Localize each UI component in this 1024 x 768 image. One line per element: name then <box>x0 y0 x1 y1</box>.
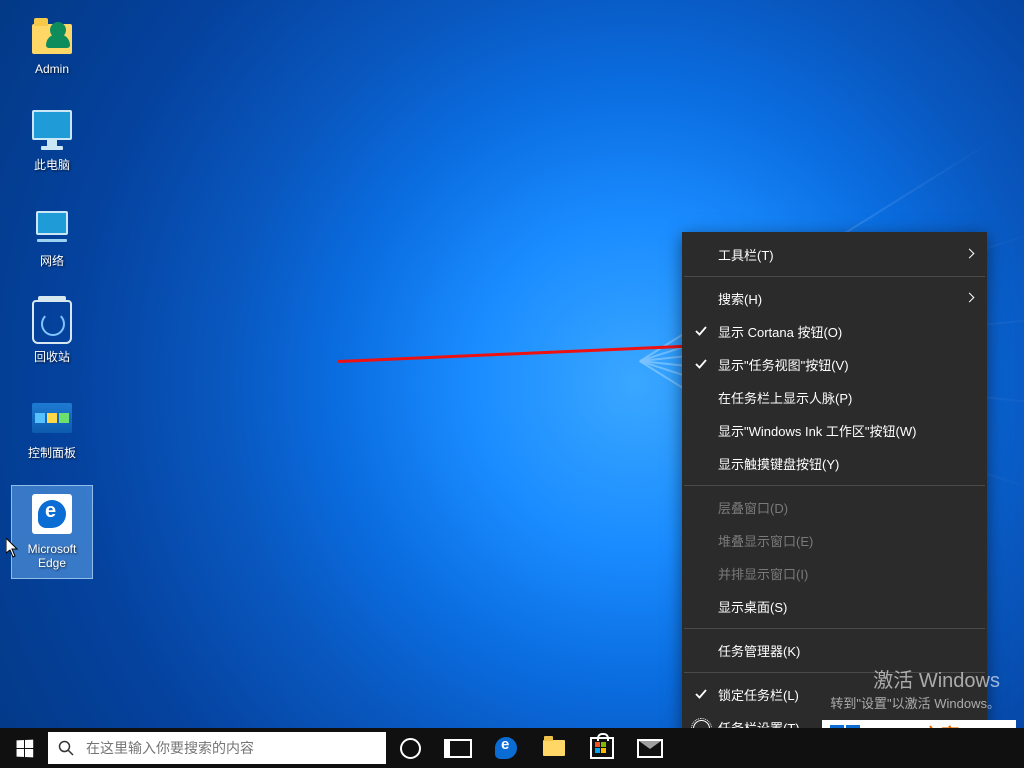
menu-item: 层叠窗口(D) <box>682 491 987 524</box>
desktop-icon-network[interactable]: 网络 <box>12 198 92 290</box>
menu-item-label: 显示桌面(S) <box>718 597 787 616</box>
edge-icon <box>32 494 72 534</box>
menu-item-label: 显示"Windows Ink 工作区"按钮(W) <box>718 421 916 440</box>
menu-item: 并排显示窗口(I) <box>682 557 987 590</box>
taskbar-mail[interactable] <box>626 728 674 768</box>
store-icon <box>590 737 614 759</box>
menu-item-label: 并排显示窗口(I) <box>718 564 808 583</box>
taskbar-store[interactable] <box>578 728 626 768</box>
check-icon <box>694 357 708 371</box>
menu-item[interactable]: 搜索(H) <box>682 282 987 315</box>
menu-item-label: 层叠窗口(D) <box>718 498 788 517</box>
start-button[interactable] <box>0 728 48 768</box>
menu-item-label: 堆叠显示窗口(E) <box>718 531 813 550</box>
menu-item: 堆叠显示窗口(E) <box>682 524 987 557</box>
menu-item[interactable]: 显示触摸键盘按钮(Y) <box>682 447 987 480</box>
taskbar-search[interactable] <box>48 732 386 764</box>
taskbar-edge[interactable] <box>482 728 530 768</box>
menu-item-label: 显示 Cortana 按钮(O) <box>718 322 842 341</box>
cortana-icon <box>400 738 421 759</box>
folder-icon <box>32 24 72 54</box>
icon-label: Microsoft Edge <box>28 542 77 570</box>
folder-icon <box>543 740 565 756</box>
icon-label: 此电脑 <box>34 158 70 172</box>
menu-separator <box>684 628 985 629</box>
network-icon <box>36 211 68 242</box>
task-view-icon <box>444 739 472 758</box>
taskbar-explorer[interactable] <box>530 728 578 768</box>
menu-item[interactable]: 任务管理器(K) <box>682 634 987 667</box>
control-panel-icon <box>32 403 72 433</box>
menu-item-label: 锁定任务栏(L) <box>718 685 799 704</box>
icon-label: 控制面板 <box>28 446 76 460</box>
menu-item[interactable]: 显示"任务视图"按钮(V) <box>682 348 987 381</box>
menu-item[interactable]: 显示桌面(S) <box>682 590 987 623</box>
icon-label: 网络 <box>40 254 64 268</box>
edge-icon <box>495 737 517 759</box>
search-input[interactable] <box>84 732 368 764</box>
check-icon <box>694 324 708 338</box>
chevron-right-icon <box>965 293 975 303</box>
search-icon <box>48 732 84 764</box>
taskbar[interactable] <box>0 728 1024 768</box>
check-icon <box>694 687 708 701</box>
menu-item-label: 任务管理器(K) <box>718 641 800 660</box>
menu-item-label: 搜索(H) <box>718 289 762 308</box>
task-view-button[interactable] <box>434 728 482 768</box>
desktop-icon-admin[interactable]: Admin <box>12 6 92 98</box>
desktop-icon-this-pc[interactable]: 此电脑 <box>12 102 92 194</box>
cortana-button[interactable] <box>386 728 434 768</box>
menu-item-label: 显示触摸键盘按钮(Y) <box>718 454 839 473</box>
activation-watermark: 激活 Windows 转到"设置"以激活 Windows。 <box>830 664 1000 712</box>
icon-label: 回收站 <box>34 350 70 364</box>
menu-item[interactable]: 在任务栏上显示人脉(P) <box>682 381 987 414</box>
desktop-icon-edge[interactable]: Microsoft Edge <box>12 486 92 578</box>
menu-item[interactable]: 工具栏(T) <box>682 238 987 271</box>
recycle-bin-icon <box>32 300 72 344</box>
watermark-title: 激活 Windows <box>830 664 1000 693</box>
desktop-icon-control-panel[interactable]: 控制面板 <box>12 390 92 482</box>
desktop-icon-recycle-bin[interactable]: 回收站 <box>12 294 92 386</box>
menu-separator <box>684 485 985 486</box>
pc-icon <box>32 110 72 150</box>
watermark-subtitle: 转到"设置"以激活 Windows。 <box>830 693 1000 712</box>
desktop-icons: Admin 此电脑 网络 回收站 控制面板 Microsoft Edge <box>12 6 92 582</box>
icon-label: Admin <box>35 62 69 76</box>
menu-item[interactable]: 显示"Windows Ink 工作区"按钮(W) <box>682 414 987 447</box>
menu-item-label: 在任务栏上显示人脉(P) <box>718 388 852 407</box>
chevron-right-icon <box>965 249 975 259</box>
menu-item-label: 工具栏(T) <box>718 245 774 264</box>
menu-separator <box>684 276 985 277</box>
mail-icon <box>637 739 663 758</box>
desktop[interactable]: Admin 此电脑 网络 回收站 控制面板 Microsoft Edge 工具栏… <box>0 0 1024 768</box>
windows-logo-icon <box>16 739 33 757</box>
menu-item-label: 显示"任务视图"按钮(V) <box>718 355 849 374</box>
menu-item[interactable]: 显示 Cortana 按钮(O) <box>682 315 987 348</box>
